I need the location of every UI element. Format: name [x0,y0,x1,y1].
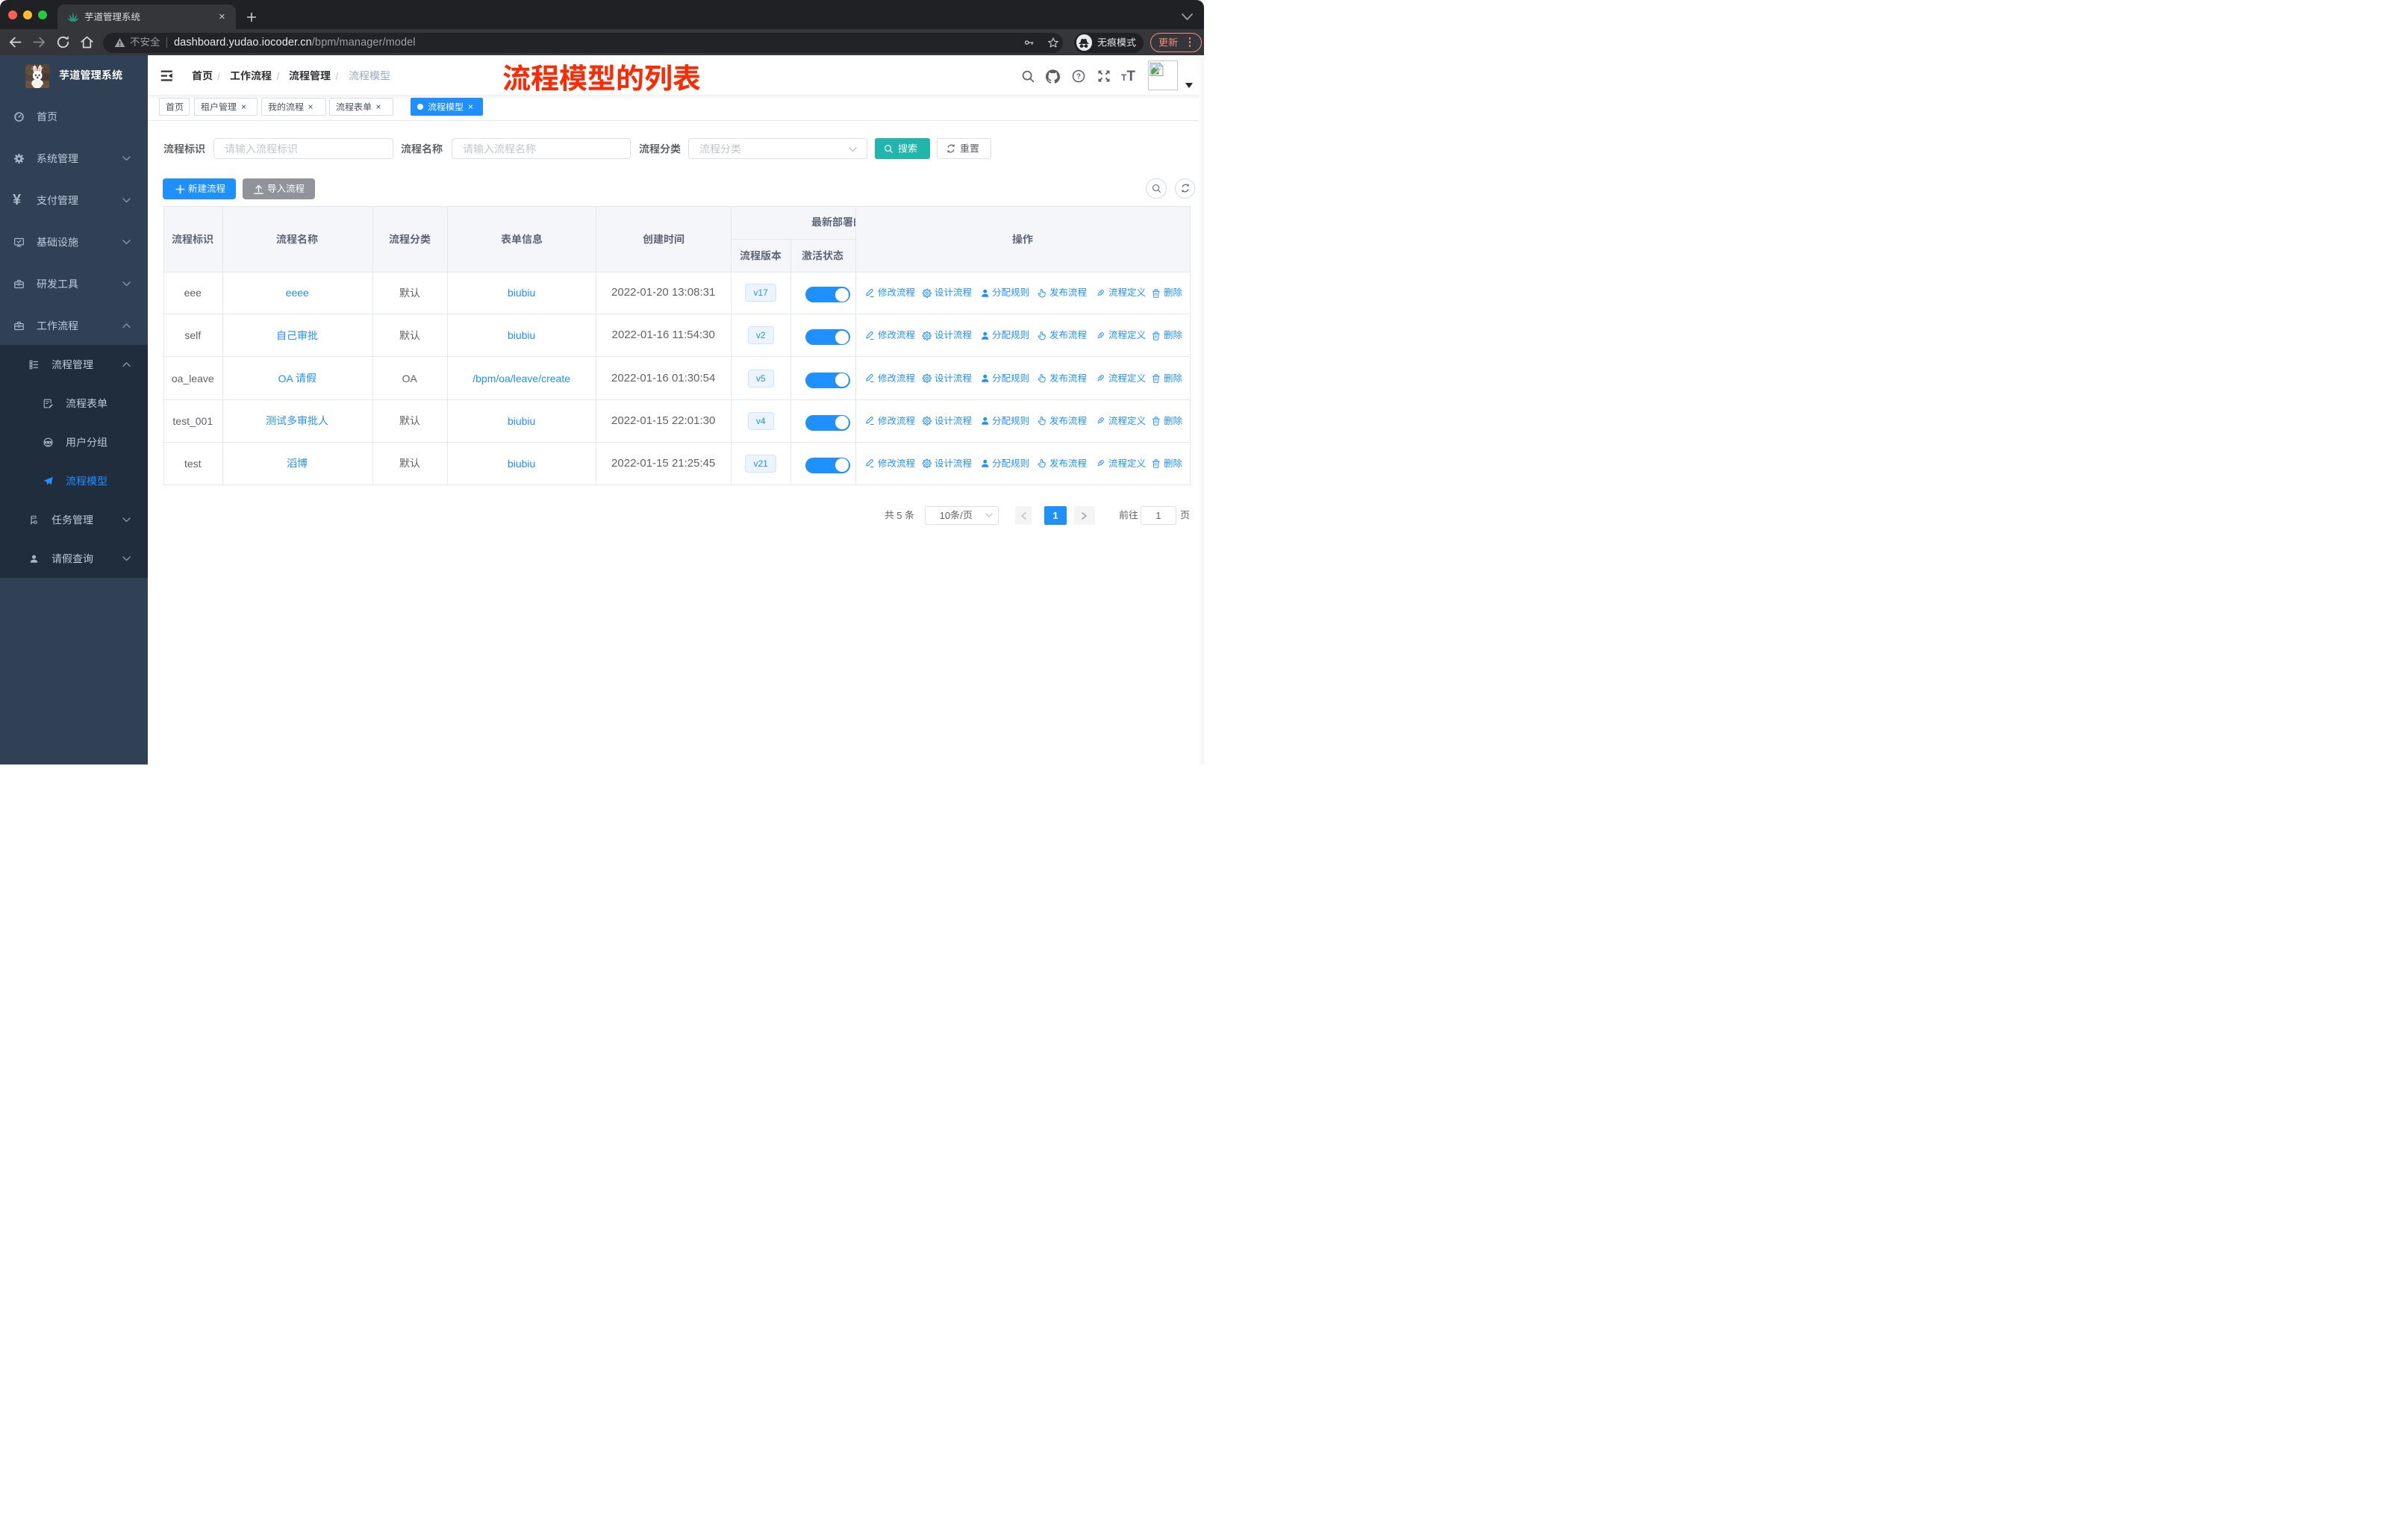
svg-text:?: ? [1076,72,1081,81]
